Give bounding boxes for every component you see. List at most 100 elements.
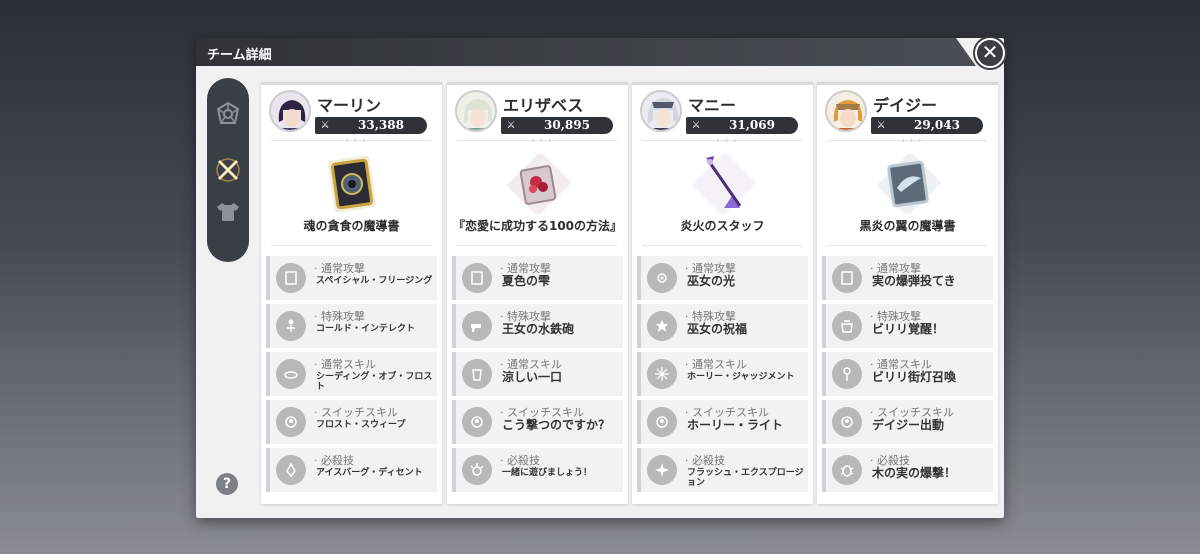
divider-dots: • • • xyxy=(345,137,367,145)
skill-normal-attack[interactable]: · 通常攻撃 実の爆弾投てき xyxy=(822,256,993,300)
skill-special-attack[interactable]: · 特殊攻撃 王女の水鉄砲 xyxy=(452,304,623,348)
close-button[interactable]: ✕ xyxy=(975,38,1005,68)
skill-special-attack[interactable]: · 特殊攻撃 巫女の祝福 xyxy=(637,304,808,348)
weapon-staff-icon[interactable] xyxy=(688,151,758,217)
combat-power-bar: ⚔ 33,388 xyxy=(315,117,427,134)
skill-normal-skill[interactable]: · 通常スキル ホーリー・ジャッジメント xyxy=(637,352,808,396)
skill-name: 巫女の光 xyxy=(687,274,736,288)
skill-switch-skill[interactable]: · スイッチスキル こう撃つのですか？ xyxy=(452,400,623,444)
skill-type: · 通常攻撃 xyxy=(314,262,365,275)
combat-power: 33,388 xyxy=(358,118,404,132)
weapon-grimoire-icon[interactable] xyxy=(317,154,387,214)
divider xyxy=(642,140,802,141)
skill-name: 木の実の爆撃！ xyxy=(872,466,957,480)
skill-ultimate[interactable]: · 必殺技 木の実の爆撃！ xyxy=(822,448,993,492)
character-name: マニー xyxy=(688,96,737,115)
close-icon: ✕ xyxy=(981,40,999,64)
book-icon xyxy=(462,263,492,293)
light-sigil-icon xyxy=(647,263,677,293)
divider-dots: • • • xyxy=(901,137,923,145)
weapon-name: 炎火のスタッフ xyxy=(680,219,765,233)
skill-name: フロスト・スウィープ xyxy=(316,420,406,430)
combat-power: 29,043 xyxy=(914,118,960,132)
divider-dots: • • • xyxy=(531,137,553,145)
skill-ultimate[interactable]: · 必殺技 一緒に遊びましょう！ xyxy=(452,448,623,492)
skill-list: · 通常攻撃 夏色の雫 · 特殊攻撃 王女の水鉄砲 · 通常スキル 涼しい一口 · ス… xyxy=(452,256,623,496)
character-name: デイジー xyxy=(873,96,938,115)
swords-icon: ⚔ xyxy=(876,120,886,131)
switch-swirl-icon xyxy=(462,407,492,437)
drink-icon xyxy=(462,359,492,389)
skill-type: · 必殺技 xyxy=(314,454,354,467)
avatar xyxy=(269,90,311,132)
skill-name: こう撃つのですか？ xyxy=(502,418,611,432)
magic-figure-icon xyxy=(276,311,306,341)
team-emblem-icon xyxy=(216,101,240,124)
divider xyxy=(457,140,617,141)
skill-name: 一緒に遊びましょう！ xyxy=(502,468,593,478)
combat-power-bar: ⚔ 29,043 xyxy=(871,117,983,134)
skill-switch-skill[interactable]: · スイッチスキル フロスト・スウィープ xyxy=(266,400,437,444)
divider xyxy=(271,245,431,246)
explosion-icon xyxy=(647,455,677,485)
skill-normal-skill[interactable]: · 通常スキル 涼しい一口 xyxy=(452,352,623,396)
skill-type: · スイッチスキル xyxy=(314,406,398,419)
frost-ring-icon xyxy=(276,359,306,389)
card-top-bar xyxy=(447,82,628,85)
skill-switch-skill[interactable]: · スイッチスキル ホーリー・ライト xyxy=(637,400,808,444)
skill-list: · 通常攻撃 巫女の光 · 特殊攻撃 巫女の祝福 · 通常スキル ホーリー・ジャッジメ… xyxy=(637,256,808,496)
skill-name: 巫女の祝福 xyxy=(687,322,748,336)
skill-normal-attack[interactable]: · 通常攻撃 スペイシャル・フリージング xyxy=(266,256,437,300)
skill-ultimate[interactable]: · 必殺技 フラッシュ・エクスプロージョン xyxy=(637,448,808,492)
weapon-name: 魂の貪食の魔導書 xyxy=(303,219,400,233)
skill-name: 実の爆弾投てき xyxy=(872,274,956,288)
card-top-bar xyxy=(261,82,442,85)
skill-normal-attack[interactable]: · 通常攻撃 巫女の光 xyxy=(637,256,808,300)
character-name: エリザベス xyxy=(503,96,584,115)
blessing-icon xyxy=(647,311,677,341)
judgment-burst-icon xyxy=(647,359,677,389)
title-bar: チーム詳細 xyxy=(196,38,976,66)
skill-normal-skill[interactable]: · 通常スキル シーディング・オブ・フロスト xyxy=(266,352,437,396)
skill-ultimate[interactable]: · 必殺技 アイスバーグ・ディセント xyxy=(266,448,437,492)
weapon-grimoire-icon[interactable] xyxy=(873,151,943,217)
weapon-love-book-icon[interactable] xyxy=(503,151,573,217)
avatar xyxy=(825,90,867,132)
character-card: デイジー ⚔ 29,043 • • • 黒炎の翼の魔導書 · 通常攻撃 実の爆弾投… xyxy=(817,82,998,504)
sidebar-item-armor[interactable] xyxy=(212,196,244,228)
switch-swirl-icon xyxy=(276,407,306,437)
skill-name: 王女の水鉄砲 xyxy=(502,322,575,336)
armor-icon xyxy=(217,203,239,221)
skill-type: · 通常スキル xyxy=(314,358,376,371)
lamp-icon xyxy=(832,359,862,389)
skill-name: 夏色の雫 xyxy=(502,274,551,288)
skill-special-attack[interactable]: · 特殊攻撃 コールド・インテレクト xyxy=(266,304,437,348)
crystal-icon xyxy=(276,455,306,485)
skill-normal-skill[interactable]: · 通常スキル ビリリ街灯召喚 xyxy=(822,352,993,396)
skill-list: · 通常攻撃 スペイシャル・フリージング · 特殊攻撃 コールド・インテレクト · … xyxy=(266,256,437,496)
book-icon xyxy=(276,263,306,293)
divider xyxy=(457,245,617,246)
skill-switch-skill[interactable]: · スイッチスキル デイジー出動 xyxy=(822,400,993,444)
skill-name: ビリリ街灯召喚 xyxy=(872,370,957,384)
character-card: エリザベス ⚔ 30,895 • • • 『恋愛に成功する100の方法』 · 通… xyxy=(447,82,628,504)
book-icon xyxy=(832,263,862,293)
swords-icon: ⚔ xyxy=(506,120,516,131)
skill-name: コールド・インテレクト xyxy=(316,324,416,334)
team-detail-dialog: チーム詳細 ✕ ? マーリン ⚔ 33,388 • • • 魂の貪食の魔導書 ·… xyxy=(196,38,1005,518)
combat-power: 30,895 xyxy=(544,118,590,132)
skill-type: · 必殺技 xyxy=(500,454,540,467)
character-card: マニー ⚔ 31,069 • • • 炎火のスタッフ · 通常攻撃 巫女の光 · … xyxy=(632,82,813,504)
skill-name: フラッシュ・エクスプロージョン xyxy=(687,468,804,488)
skill-name: アイスバーグ・ディセント xyxy=(316,468,423,478)
dialog-title: チーム詳細 xyxy=(207,48,272,63)
card-top-bar xyxy=(632,82,813,85)
sidebar-item-weapon[interactable] xyxy=(212,154,244,186)
skill-type: · 通常スキル xyxy=(685,358,747,371)
combat-power-bar: ⚔ 31,069 xyxy=(686,117,798,134)
help-button[interactable]: ? xyxy=(216,473,238,495)
sidebar-item-team[interactable] xyxy=(212,98,244,130)
skill-normal-attack[interactable]: · 通常攻撃 夏色の雫 xyxy=(452,256,623,300)
divider xyxy=(271,140,431,141)
skill-special-attack[interactable]: · 特殊攻撃 ビリリ覚醒！ xyxy=(822,304,993,348)
